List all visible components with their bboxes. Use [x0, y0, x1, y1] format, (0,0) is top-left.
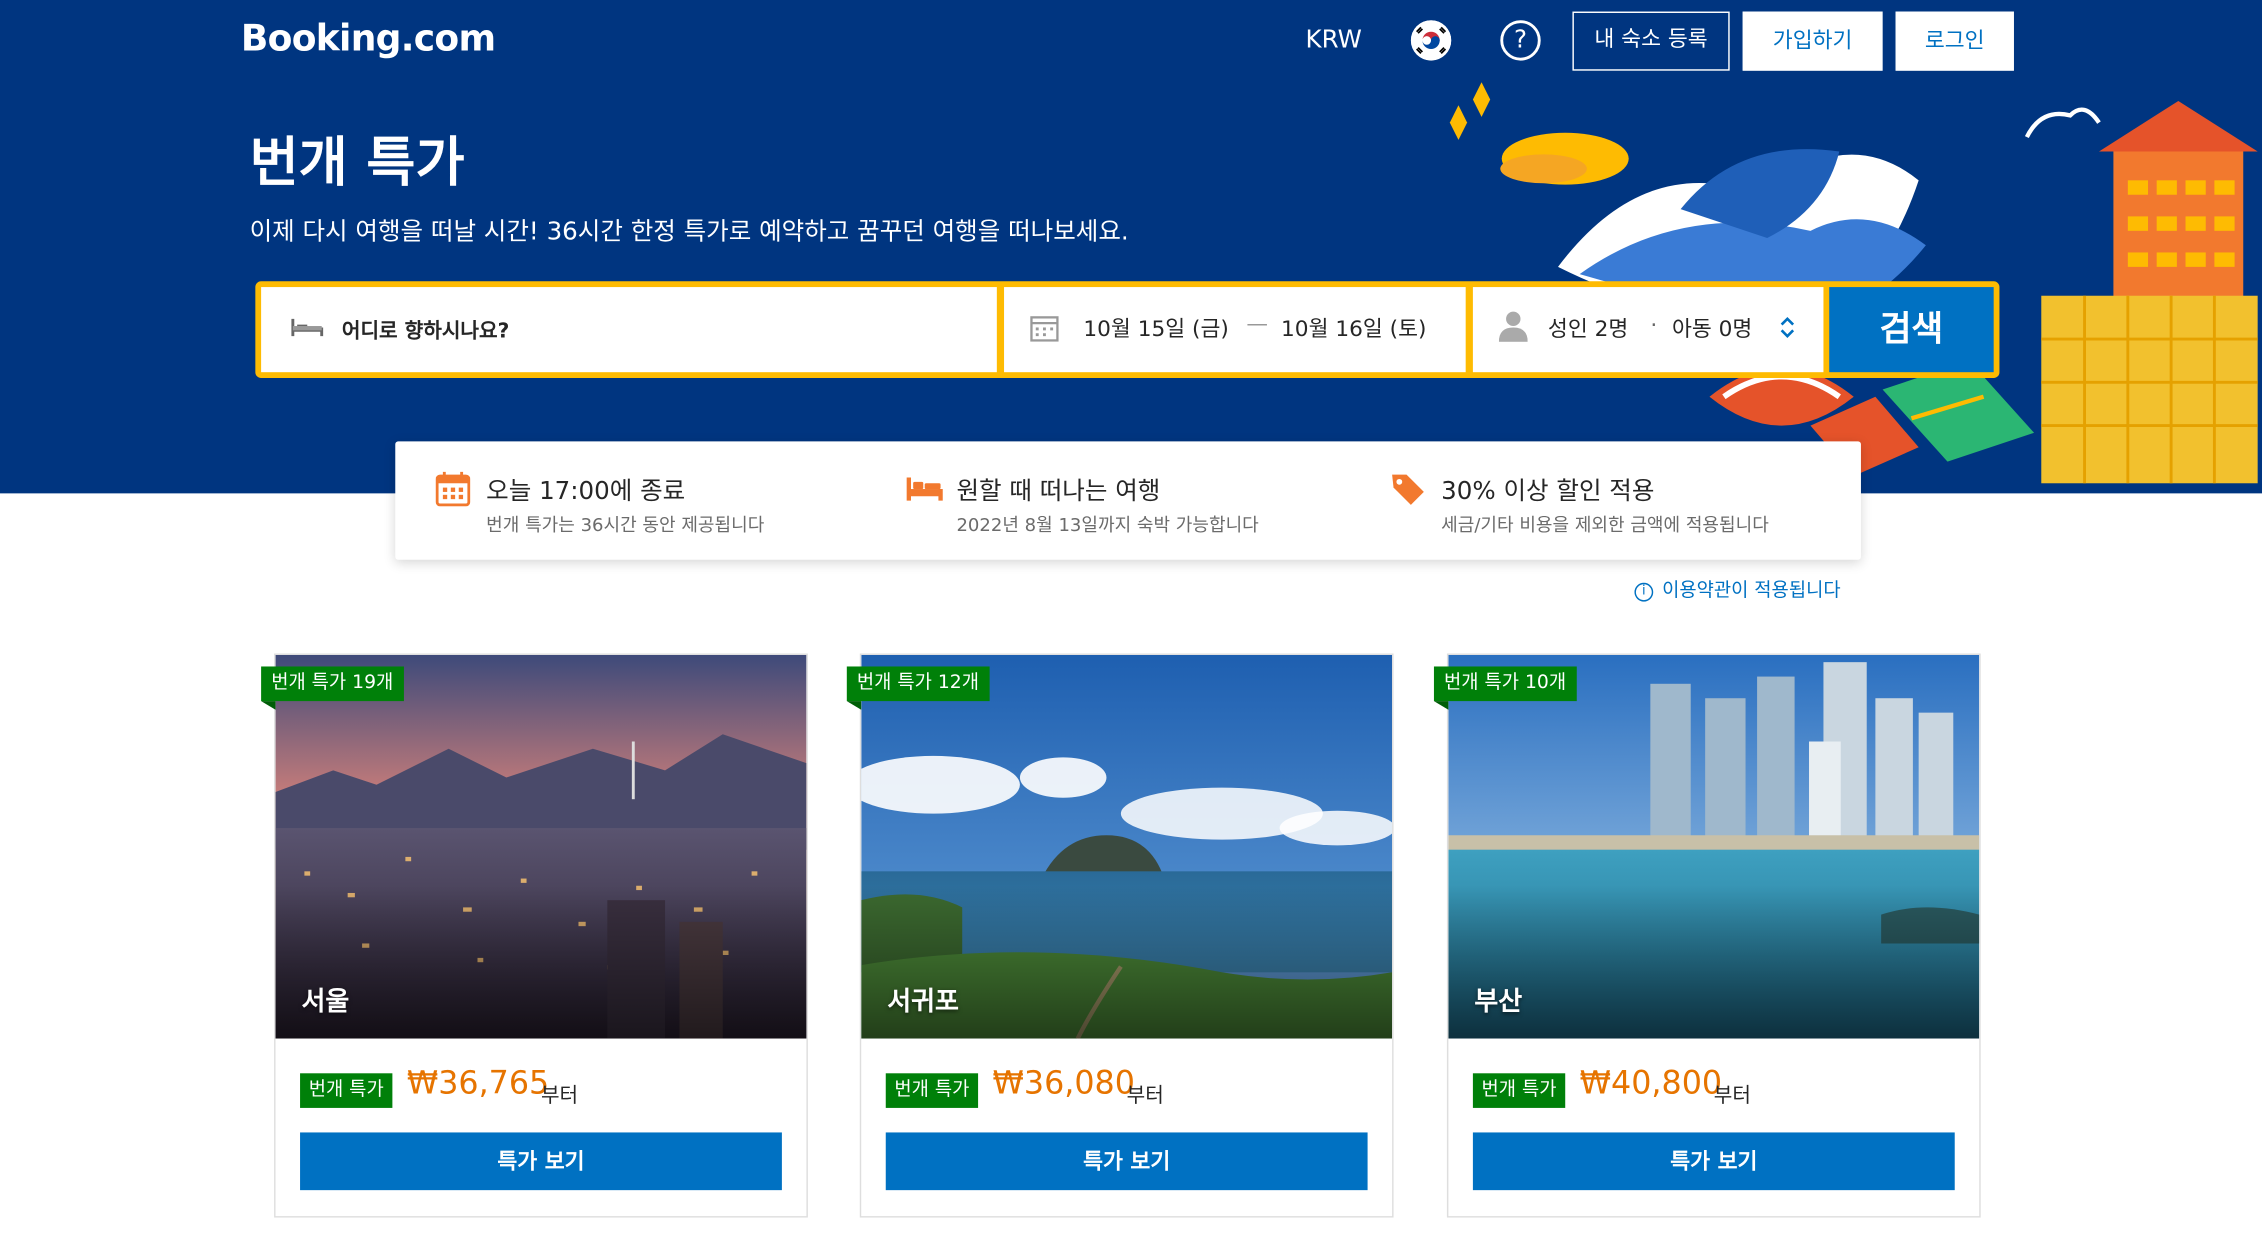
person-icon — [1498, 310, 1528, 348]
destination-field[interactable]: 어디로 향하시나요? — [261, 287, 997, 373]
city-name: 부산 — [1474, 986, 1523, 1018]
price: ₩36,080 — [992, 1066, 1135, 1103]
deal-badge: 번개 특가 — [1472, 1073, 1566, 1108]
info-desc: 2022년 8월 13일까지 숙박 가능합니다 — [956, 513, 1259, 536]
adults-count: 성인 2명 — [1547, 315, 1629, 342]
chevron-updown-icon[interactable] — [1780, 316, 1795, 345]
guest-separator: · — [1650, 311, 1658, 338]
city-photo-busan[interactable]: 부산 — [1448, 654, 1980, 1039]
price-suffix: 부터 — [540, 1084, 579, 1108]
children-count: 아동 0명 — [1671, 315, 1753, 342]
deal-info-bar: 오늘 17:00에 종료 번개 특가는 36시간 동안 제공됩니다 원할 때 떠… — [395, 441, 1861, 560]
price-suffix: 부터 — [1713, 1084, 1751, 1108]
korea-flag-icon[interactable] — [1410, 20, 1452, 61]
currency-selector[interactable]: KRW — [1306, 26, 1362, 55]
city-name: 서울 — [301, 986, 350, 1018]
price: ₩40,800 — [1579, 1066, 1723, 1103]
page-subtitle: 이제 다시 여행을 떠날 시간! 36시간 한정 특가로 예약하고 꿈꾸던 여행… — [249, 217, 1129, 247]
deal-card-seoul[interactable]: 서울 번개 특가 19개 번개 특가 ₩36,765 부터 특가 보기 — [261, 653, 808, 1218]
terms-link[interactable]: i 이용약관이 적용됩니다 — [1634, 574, 1841, 602]
hero-banner: Booking.com KRW ? 내 숙소 등록 가입하기 로그인 번개 특가… — [0, 0, 2262, 494]
ribbon-fold — [1433, 701, 1449, 710]
guests-field[interactable]: 성인 2명 · 아동 0명 — [1472, 287, 1824, 373]
info-desc: 세금/기타 비용을 제외한 금액에 적용됩니다 — [1441, 513, 1769, 536]
price-suffix: 부터 — [1126, 1084, 1164, 1108]
view-deals-button[interactable]: 특가 보기 — [885, 1132, 1368, 1191]
info-desc: 번개 특가는 36시간 동안 제공됩니다 — [486, 513, 765, 536]
page-title: 번개 특가 — [249, 131, 465, 194]
ribbon-fold — [261, 701, 276, 710]
login-button[interactable]: 로그인 — [1895, 11, 2014, 71]
city-photo-seoul[interactable]: 서울 — [275, 654, 807, 1039]
calendar-icon — [1030, 313, 1059, 348]
ribbon-fold — [846, 701, 862, 710]
city-name: 서귀포 — [887, 986, 959, 1018]
view-deals-button[interactable]: 특가 보기 — [300, 1132, 782, 1191]
deal-badge: 번개 특가 — [300, 1073, 393, 1108]
checkout-date[interactable]: 10월 16일 (토) — [1281, 313, 1426, 343]
deal-count-ribbon: 번개 특가 12개 — [846, 666, 990, 702]
deal-card-busan[interactable]: 부산 번개 특가 10개 번개 특가 ₩40,800 부터 특가 보기 — [1433, 653, 1981, 1218]
question-icon[interactable]: ? — [1500, 20, 1541, 61]
view-deals-button[interactable]: 특가 보기 — [1472, 1132, 1955, 1191]
deal-count-ribbon: 번개 특가 10개 — [1433, 666, 1577, 702]
calendar-icon — [435, 471, 471, 512]
date-separator: — — [1246, 310, 1269, 337]
signup-button[interactable]: 가입하기 — [1742, 11, 1883, 71]
city-photo-seogwipo[interactable]: 서귀포 — [861, 654, 1393, 1039]
tag-icon — [1391, 472, 1426, 512]
info-icon: i — [1634, 582, 1654, 602]
deal-count-ribbon: 번개 특가 19개 — [261, 666, 404, 702]
terms-label[interactable]: 이용약관이 적용됩니다 — [1662, 580, 1840, 602]
info-title: 30% 이상 할인 적용 — [1441, 477, 1655, 507]
list-property-button[interactable]: 내 숙소 등록 — [1572, 11, 1730, 71]
search-button[interactable]: 검색 — [1829, 287, 1994, 373]
checkin-date[interactable]: 10월 15일 (금) — [1083, 313, 1228, 343]
booking-logo[interactable]: Booking.com — [241, 17, 496, 59]
date-field[interactable]: 10월 15일 (금) — 10월 16일 (토) — [1004, 287, 1466, 373]
bed-icon — [290, 313, 325, 348]
destination-placeholder[interactable]: 어디로 향하시나요? — [342, 316, 509, 345]
price: ₩36,765 — [406, 1066, 550, 1103]
page: Booking.com KRW ? 내 숙소 등록 가입하기 로그인 번개 특가… — [0, 0, 2262, 1252]
search-bar: 어디로 향하시나요? 10월 15일 (금) — 10월 16일 (토) 성인 … — [255, 281, 2000, 378]
info-title: 원할 때 떠나는 여행 — [956, 477, 1161, 507]
info-title: 오늘 17:00에 종료 — [486, 477, 686, 507]
bed-icon — [906, 472, 944, 510]
deal-card-seogwipo[interactable]: 서귀포 번개 특가 12개 번개 특가 ₩36,080 부터 특가 보기 — [846, 653, 1394, 1218]
deal-badge: 번개 특가 — [885, 1073, 979, 1108]
